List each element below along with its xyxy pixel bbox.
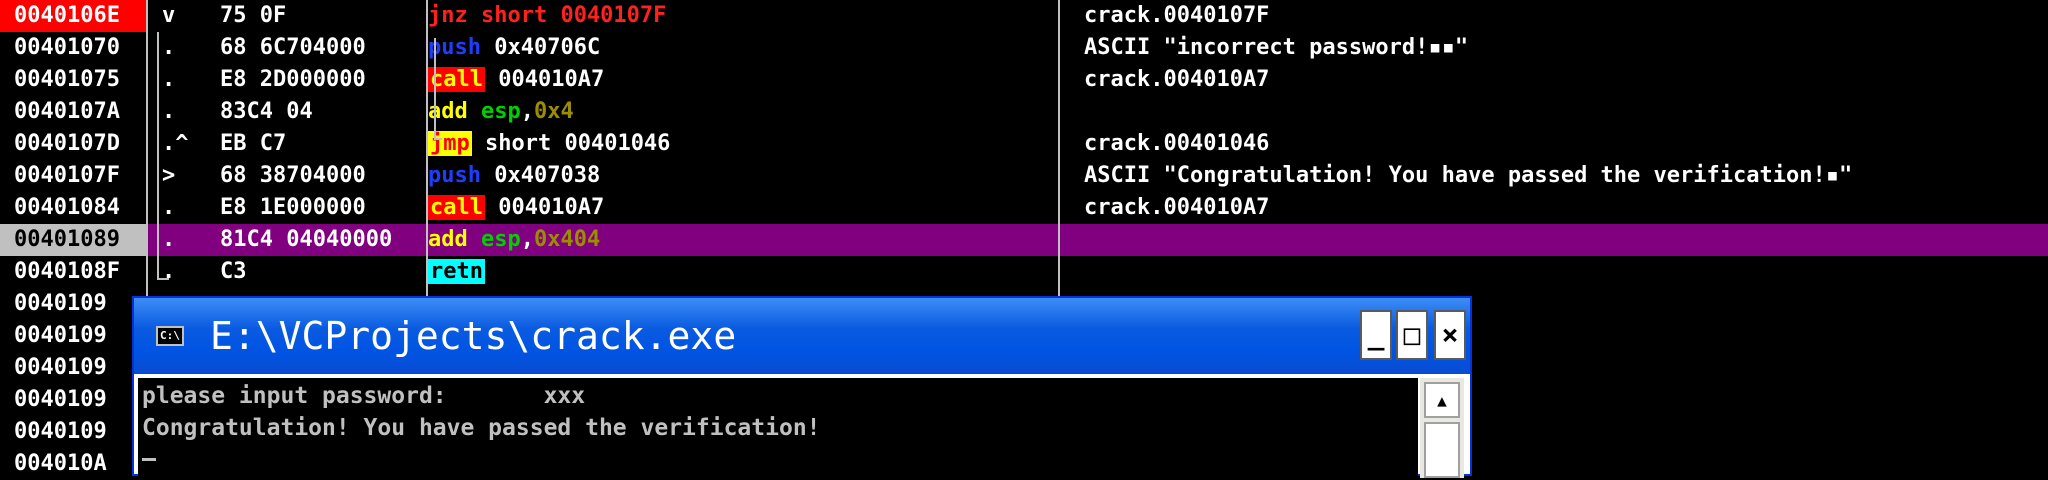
hex-bytes-cell: C3 bbox=[220, 259, 247, 284]
console-window[interactable]: C:\ E:\VCProjects\crack.exe _ □ × please… bbox=[132, 296, 1472, 478]
hex-bytes-cell: EB C7 bbox=[220, 131, 287, 156]
jump-marker: . bbox=[162, 67, 176, 92]
address-cell: 0040109 bbox=[14, 419, 107, 444]
hex-bytes-cell: 68 38704000 bbox=[220, 163, 366, 188]
hex-bytes-cell: 81C4 04040000 bbox=[220, 227, 393, 252]
jump-marker: . bbox=[162, 259, 176, 284]
close-button[interactable]: × bbox=[1434, 310, 1466, 360]
address-cell: 0040107F bbox=[14, 163, 120, 188]
jump-marker: . bbox=[162, 195, 176, 220]
address-cell: 004010A bbox=[14, 451, 107, 476]
scroll-thumb[interactable] bbox=[1424, 422, 1460, 478]
text-cursor bbox=[142, 458, 156, 461]
address-cell: 0040109 bbox=[14, 387, 107, 412]
address-cell: 00401070 bbox=[14, 35, 120, 60]
address-cell: 00401075 bbox=[14, 67, 120, 92]
hex-bytes-cell: E8 1E000000 bbox=[220, 195, 366, 220]
jump-bracket-line bbox=[157, 32, 159, 280]
disasm-row[interactable]: 00401070. 68 6C704000 push 0x40706C ASCII "… bbox=[0, 32, 2048, 64]
instruction-cell: add esp,0x404 bbox=[428, 224, 1053, 256]
console-line: Congratulation! You have passed the veri… bbox=[142, 415, 821, 441]
instruction-cell: retn bbox=[428, 256, 1053, 288]
instruction-token: 0x4 bbox=[533, 99, 574, 124]
address-cell: 0040109 bbox=[14, 355, 107, 380]
hex-bytes-cell: 83C4 04 bbox=[220, 99, 313, 124]
title-bar[interactable]: C:\ E:\VCProjects\crack.exe _ □ × bbox=[134, 298, 1470, 374]
disasm-row[interactable]: 00401075. E8 2D000000 call 004010A7 crack.0… bbox=[0, 64, 2048, 96]
address-cell: 0040109 bbox=[14, 323, 107, 348]
jump-marker: v bbox=[162, 3, 176, 28]
jump-bracket-line bbox=[434, 138, 442, 140]
disasm-row[interactable]: 00401084. E8 1E000000 call 004010A7 crack.0… bbox=[0, 192, 2048, 224]
disasm-row[interactable]: 0040107A. 83C4 04 add esp,0x4 bbox=[0, 96, 2048, 128]
jump-marker: . bbox=[162, 99, 176, 124]
comment-cell: ASCII "Congratulation! You have passed t… bbox=[1084, 163, 1853, 188]
address-cell: 00401089 bbox=[0, 224, 146, 256]
hex-bytes-cell: E8 2D000000 bbox=[220, 67, 366, 92]
hex-bytes-cell: 68 6C704000 bbox=[220, 35, 366, 60]
scroll-up-arrow-icon[interactable]: ▲ bbox=[1424, 382, 1460, 418]
instruction-token: esp bbox=[467, 99, 521, 124]
comment-cell: crack.004010A7 bbox=[1084, 67, 1270, 92]
instruction-token: 004010A7 bbox=[484, 67, 605, 92]
comment-cell: crack.0040107F bbox=[1084, 3, 1270, 28]
instruction-token: add bbox=[428, 227, 468, 252]
comment-cell: crack.004010A7 bbox=[1084, 195, 1270, 220]
comment-cell: crack.00401046 bbox=[1084, 131, 1270, 156]
jump-bracket-line bbox=[157, 278, 169, 280]
jump-marker: > bbox=[162, 163, 176, 188]
instruction-token: , bbox=[520, 227, 534, 252]
instruction-cell: add esp,0x4 bbox=[428, 96, 1053, 128]
instruction-token: short 00401046 bbox=[471, 131, 671, 156]
instruction-token: retn bbox=[428, 259, 485, 284]
address-cell: 0040107A bbox=[14, 99, 120, 124]
instruction-token: 0x40706C bbox=[480, 35, 601, 60]
comment-cell: ASCII "incorrect password!▪▪" bbox=[1084, 35, 1469, 60]
console-output[interactable]: please input password: xxx Congratulatio… bbox=[138, 378, 1418, 478]
jump-marker: . bbox=[162, 35, 176, 60]
disasm-row[interactable]: 0040108F. C3 retn bbox=[0, 256, 2048, 288]
instruction-token: push bbox=[428, 163, 481, 188]
jump-bracket-line bbox=[434, 38, 436, 140]
minimize-button[interactable]: _ bbox=[1360, 310, 1392, 360]
instruction-token: jnz short 0040107F bbox=[428, 3, 667, 28]
disasm-row[interactable]: 00401089. 81C4 04040000 add esp,0x404 bbox=[0, 224, 2048, 256]
instruction-cell: push 0x407038 bbox=[428, 160, 1053, 192]
instruction-cell: call 004010A7 bbox=[428, 64, 1053, 96]
disasm-row[interactable]: 0040107F >68 38704000 push 0x407038 ASCII "… bbox=[0, 160, 2048, 192]
window-title: E:\VCProjects\crack.exe bbox=[210, 314, 737, 358]
jump-marker: . bbox=[162, 227, 176, 252]
vertical-scrollbar[interactable]: ▲ bbox=[1420, 378, 1464, 478]
disasm-row[interactable]: 0040106E v 75 0F jnz short 0040107F crack.00… bbox=[0, 0, 2048, 32]
maximize-button[interactable]: □ bbox=[1396, 310, 1428, 360]
instruction-cell: call 004010A7 bbox=[428, 192, 1053, 224]
instruction-cell: push 0x40706C bbox=[428, 32, 1053, 64]
instruction-token: 0x404 bbox=[533, 227, 601, 252]
hex-bytes-cell: 75 0F bbox=[220, 3, 287, 28]
jump-marker: .^ bbox=[162, 131, 189, 156]
console-line: please input password: xxx bbox=[142, 383, 586, 409]
address-cell: 0040107D bbox=[14, 131, 120, 156]
instruction-cell: jnz short 0040107F bbox=[428, 0, 1053, 32]
instruction-token: call bbox=[428, 67, 485, 92]
address-cell: 0040109 bbox=[14, 291, 107, 316]
instruction-token: 004010A7 bbox=[484, 195, 605, 220]
instruction-token: esp bbox=[467, 227, 521, 252]
instruction-token: call bbox=[428, 195, 485, 220]
address-cell: 0040108F bbox=[14, 259, 120, 284]
disasm-row[interactable]: 0040107D .^ EB C7 jmp short 00401046 crack.0… bbox=[0, 128, 2048, 160]
console-app-icon: C:\ bbox=[156, 326, 184, 346]
address-cell: 00401084 bbox=[14, 195, 120, 220]
address-cell: 0040106E bbox=[0, 0, 146, 32]
instruction-token: , bbox=[520, 99, 534, 124]
instruction-cell: jmp short 00401046 bbox=[428, 128, 1053, 160]
instruction-token: 0x407038 bbox=[480, 163, 601, 188]
